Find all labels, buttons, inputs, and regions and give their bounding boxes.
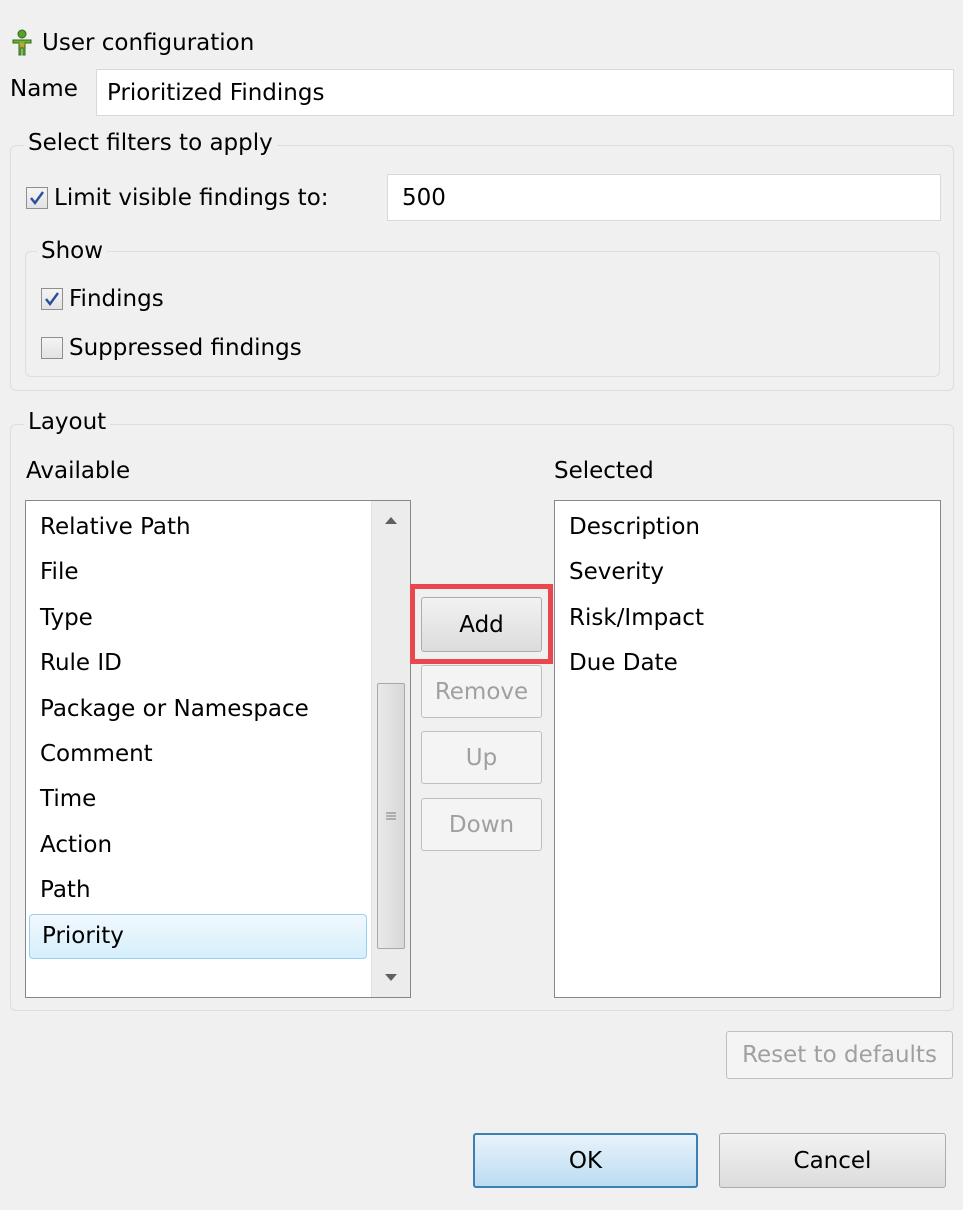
available-item-file[interactable]: File — [26, 550, 371, 595]
available-item-time[interactable]: Time — [26, 777, 371, 822]
show-legend: Show — [37, 238, 108, 264]
available-item-path[interactable]: Path — [26, 868, 371, 913]
filters-legend: Select filters to apply — [24, 130, 277, 156]
limit-findings-label: Limit visible findings to: — [54, 185, 329, 211]
available-item-priority[interactable]: Priority — [29, 913, 367, 959]
available-item-comment[interactable]: Comment — [26, 732, 371, 777]
add-button[interactable]: Add — [421, 597, 542, 652]
scroll-down-arrow-icon[interactable] — [372, 959, 410, 997]
findings-label: Findings — [69, 286, 164, 312]
limit-findings-input[interactable]: 500 — [387, 174, 941, 221]
suppressed-findings-label: Suppressed findings — [69, 335, 302, 361]
available-item-type[interactable]: Type — [26, 596, 371, 641]
limit-findings-value: 500 — [402, 184, 446, 211]
selected-label: Selected — [554, 458, 654, 484]
dialog-title: User configuration — [42, 30, 255, 56]
selected-list-items: Description Severity Risk/Impact Due Dat… — [555, 505, 935, 687]
available-item-rule-id[interactable]: Rule ID — [26, 641, 371, 686]
available-item-action[interactable]: Action — [26, 823, 371, 868]
selected-item-severity[interactable]: Severity — [555, 550, 935, 595]
selected-list[interactable]: Description Severity Risk/Impact Due Dat… — [554, 500, 941, 998]
dialog-title-row: User configuration — [10, 26, 254, 60]
available-list[interactable]: Relative Path File Type Rule ID Package … — [25, 500, 411, 998]
selected-item-due-date[interactable]: Due Date — [555, 641, 935, 686]
ok-button[interactable]: OK — [473, 1133, 698, 1188]
name-input-value: Prioritized Findings — [107, 79, 325, 106]
cancel-button[interactable]: Cancel — [719, 1133, 946, 1188]
scroll-thumb[interactable] — [377, 683, 405, 949]
scroll-up-arrow-icon[interactable] — [372, 501, 410, 539]
available-label: Available — [26, 458, 131, 484]
user-config-icon — [10, 29, 34, 57]
available-item-package-or-namespace[interactable]: Package or Namespace — [26, 687, 371, 732]
reset-to-defaults-button[interactable]: Reset to defaults — [726, 1031, 953, 1079]
up-button[interactable]: Up — [421, 731, 542, 784]
selected-item-risk-impact[interactable]: Risk/Impact — [555, 596, 935, 641]
findings-row: Findings — [41, 282, 164, 316]
suppressed-findings-checkbox[interactable] — [41, 337, 63, 359]
name-label: Name — [10, 76, 78, 102]
grip-icon — [386, 812, 396, 820]
available-scrollbar[interactable] — [371, 501, 410, 997]
layout-legend: Layout — [24, 409, 111, 435]
available-item-relative-path[interactable]: Relative Path — [26, 505, 371, 550]
suppressed-findings-row: Suppressed findings — [41, 331, 302, 365]
findings-checkbox[interactable] — [41, 288, 63, 310]
limit-findings-row: Limit visible findings to: — [26, 181, 329, 215]
name-input[interactable]: Prioritized Findings — [96, 69, 954, 116]
down-button[interactable]: Down — [421, 798, 542, 851]
limit-findings-checkbox[interactable] — [26, 187, 48, 209]
remove-button[interactable]: Remove — [421, 665, 542, 718]
available-list-items: Relative Path File Type Rule ID Package … — [26, 505, 371, 959]
selected-item-description[interactable]: Description — [555, 505, 935, 550]
